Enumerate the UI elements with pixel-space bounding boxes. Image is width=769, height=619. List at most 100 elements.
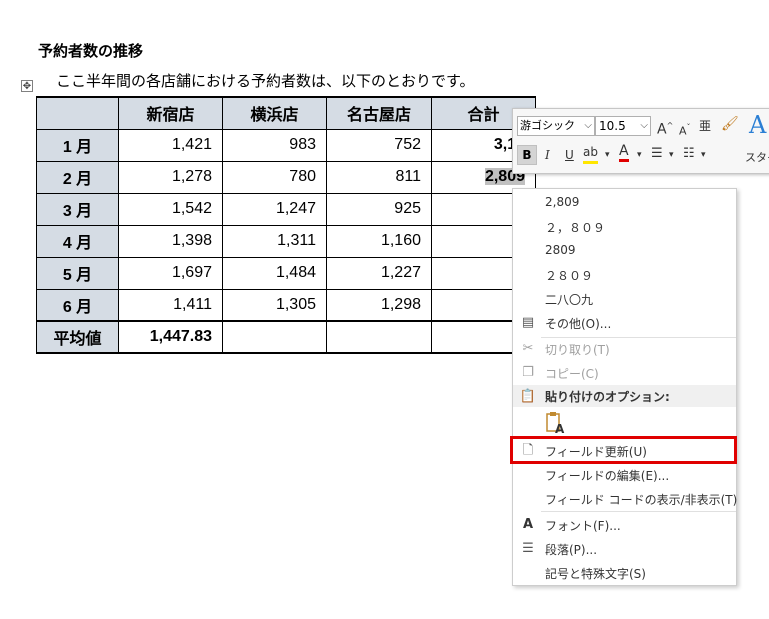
average-shinjuku-cell[interactable]: 1,447.83 (118, 320, 223, 354)
numbering-icon[interactable]: ☷ (683, 145, 695, 163)
shinjuku-cell[interactable]: 1,542 (118, 192, 223, 226)
format-painter-icon[interactable]: 🖌 (721, 115, 739, 133)
table-row: 4 月 1,398 1,311 1,160 (36, 224, 536, 258)
table-header-row: 新宿店 横浜店 名古屋店 合計 (36, 96, 536, 130)
yokohama-cell[interactable]: 1,484 (222, 256, 327, 290)
styles-icon[interactable]: A (749, 111, 766, 139)
more-formats-item[interactable]: ▤ その他(O)... (513, 311, 736, 335)
cut-item[interactable]: ✂ 切り取り(T) (513, 337, 736, 361)
yokohama-cell[interactable]: 1,311 (222, 224, 327, 258)
format-option-2[interactable]: ２，８０９ (513, 215, 736, 239)
symbols-item[interactable]: 記号と特殊文字(S) (513, 561, 736, 585)
average-yokohama-cell[interactable] (222, 320, 327, 354)
month-cell[interactable]: 5 月 (36, 256, 119, 290)
format-option-label: 2,809 (545, 195, 580, 209)
mini-toolbar: 游ゴシック ⌵ 10.5 ⌵ A^ Aˇ 亜 🖌 A スタイ B I U ab … (512, 108, 769, 174)
format-option-1[interactable]: 2,809 (513, 191, 736, 215)
copy-item[interactable]: ❐ コピー(C) (513, 361, 736, 385)
format-option-4[interactable]: ２８０９ (513, 263, 736, 287)
nagoya-cell[interactable]: 1,227 (326, 256, 432, 290)
font-label: フォント(F)... (545, 519, 621, 533)
highlight-color-icon[interactable]: ab (583, 143, 598, 164)
shinjuku-cell[interactable]: 1,697 (118, 256, 223, 290)
table-row: 1 月 1,421 983 752 3,15 (36, 128, 536, 162)
toggle-field-codes-label: フィールド コードの表示/非表示(T) (545, 493, 738, 507)
svg-text:A: A (555, 422, 565, 435)
table-row: 5 月 1,697 1,484 1,227 (36, 256, 536, 290)
format-option-5[interactable]: 二八〇九 (513, 287, 736, 311)
format-option-label: ２８０９ (545, 269, 594, 283)
average-nagoya-cell[interactable] (326, 320, 432, 354)
chevron-down-icon[interactable]: ▾ (701, 146, 706, 164)
chevron-down-icon[interactable]: ⌵ (640, 117, 648, 135)
symbols-label: 記号と特殊文字(S) (545, 567, 646, 581)
table-header-yokohama[interactable]: 横浜店 (222, 96, 327, 130)
month-cell[interactable]: 2 月 (36, 160, 119, 194)
yokohama-cell[interactable]: 1,247 (222, 192, 327, 226)
styles-label[interactable]: スタイ (745, 149, 769, 165)
shrink-font-label: A (679, 124, 687, 138)
paste-options-label: 貼り付けのオプション: (545, 390, 670, 404)
format-option-3[interactable]: 2809 (513, 239, 736, 263)
move-handle[interactable]: ✥ (21, 80, 33, 92)
month-cell[interactable]: 1 月 (36, 128, 119, 162)
underline-button[interactable]: U (565, 146, 574, 164)
paste-text-only-icon: A (546, 412, 565, 436)
table-header-nagoya[interactable]: 名古屋店 (326, 96, 432, 130)
format-option-label: 二八〇九 (545, 293, 594, 307)
nagoya-cell[interactable]: 1,298 (326, 288, 432, 322)
grow-font-button[interactable]: A^ (657, 117, 673, 139)
table-header-shinjuku[interactable]: 新宿店 (118, 96, 223, 130)
menu-divider (541, 511, 736, 512)
shinjuku-cell[interactable]: 1,278 (118, 160, 223, 194)
bullets-icon[interactable]: ☰ (651, 145, 663, 163)
toggle-field-codes-item[interactable]: フィールド コードの表示/非表示(T) (513, 487, 738, 511)
more-formats-label: その他(O)... (545, 317, 612, 331)
font-name-box[interactable]: 游ゴシック ⌵ (517, 116, 595, 136)
yokohama-cell[interactable]: 1,305 (222, 288, 327, 322)
shinjuku-cell[interactable]: 1,411 (118, 288, 223, 322)
shinjuku-cell[interactable]: 1,421 (118, 128, 223, 162)
scissors-icon: ✂ (522, 341, 534, 356)
phonetic-guide-icon[interactable]: 亜 (699, 117, 711, 135)
more-formats-icon: ▤ (521, 315, 535, 330)
nagoya-cell[interactable]: 1,160 (326, 224, 432, 258)
paste-text-only-button[interactable]: A (545, 411, 567, 436)
cut-label: 切り取り(T) (545, 343, 610, 357)
bold-button[interactable]: B (517, 145, 537, 165)
nagoya-cell[interactable]: 925 (326, 192, 432, 226)
paragraph-item[interactable]: ☰ 段落(P)... (513, 537, 736, 561)
document-title: 予約者数の推移 (38, 42, 144, 60)
font-name-value: 游ゴシック (520, 119, 575, 132)
chevron-down-icon[interactable]: ▾ (669, 146, 674, 164)
nagoya-cell[interactable]: 811 (326, 160, 432, 194)
edit-field-item[interactable]: フィールドの編集(E)... (513, 463, 736, 487)
format-option-label: 2809 (545, 243, 576, 257)
month-cell[interactable]: 4 月 (36, 224, 119, 258)
format-option-label: ２，８０９ (545, 221, 606, 235)
grow-font-label: A (657, 121, 667, 138)
nagoya-cell[interactable]: 752 (326, 128, 432, 162)
month-cell[interactable]: 6 月 (36, 288, 119, 322)
table-row: 3 月 1,542 1,247 925 (36, 192, 536, 226)
shinjuku-cell[interactable]: 1,398 (118, 224, 223, 258)
average-label-cell[interactable]: 平均値 (36, 320, 119, 354)
chevron-down-icon[interactable]: ▾ (605, 146, 610, 164)
font-size-box[interactable]: 10.5 ⌵ (595, 116, 651, 136)
month-cell[interactable]: 3 月 (36, 192, 119, 226)
yokohama-cell[interactable]: 983 (222, 128, 327, 162)
yokohama-cell[interactable]: 780 (222, 160, 327, 194)
font-size-value: 10.5 (599, 119, 626, 133)
update-field-highlight (510, 436, 737, 464)
italic-button[interactable]: I (545, 146, 550, 164)
font-color-icon[interactable]: A (619, 143, 629, 162)
chevron-down-icon[interactable]: ⌵ (584, 117, 592, 135)
copy-label: コピー(C) (545, 367, 599, 381)
paragraph-label: 段落(P)... (545, 543, 598, 557)
table-header-empty[interactable] (36, 96, 119, 130)
chevron-down-icon[interactable]: ▾ (637, 146, 642, 164)
copy-icon: ❐ (522, 365, 534, 380)
font-item[interactable]: A フォント(F)... (513, 513, 736, 537)
shrink-font-button[interactable]: Aˇ (679, 119, 691, 141)
context-menu: 2,809 ２，８０９ 2809 ２８０９ 二八〇九 ▤ その他(O)... ✂… (512, 188, 737, 586)
